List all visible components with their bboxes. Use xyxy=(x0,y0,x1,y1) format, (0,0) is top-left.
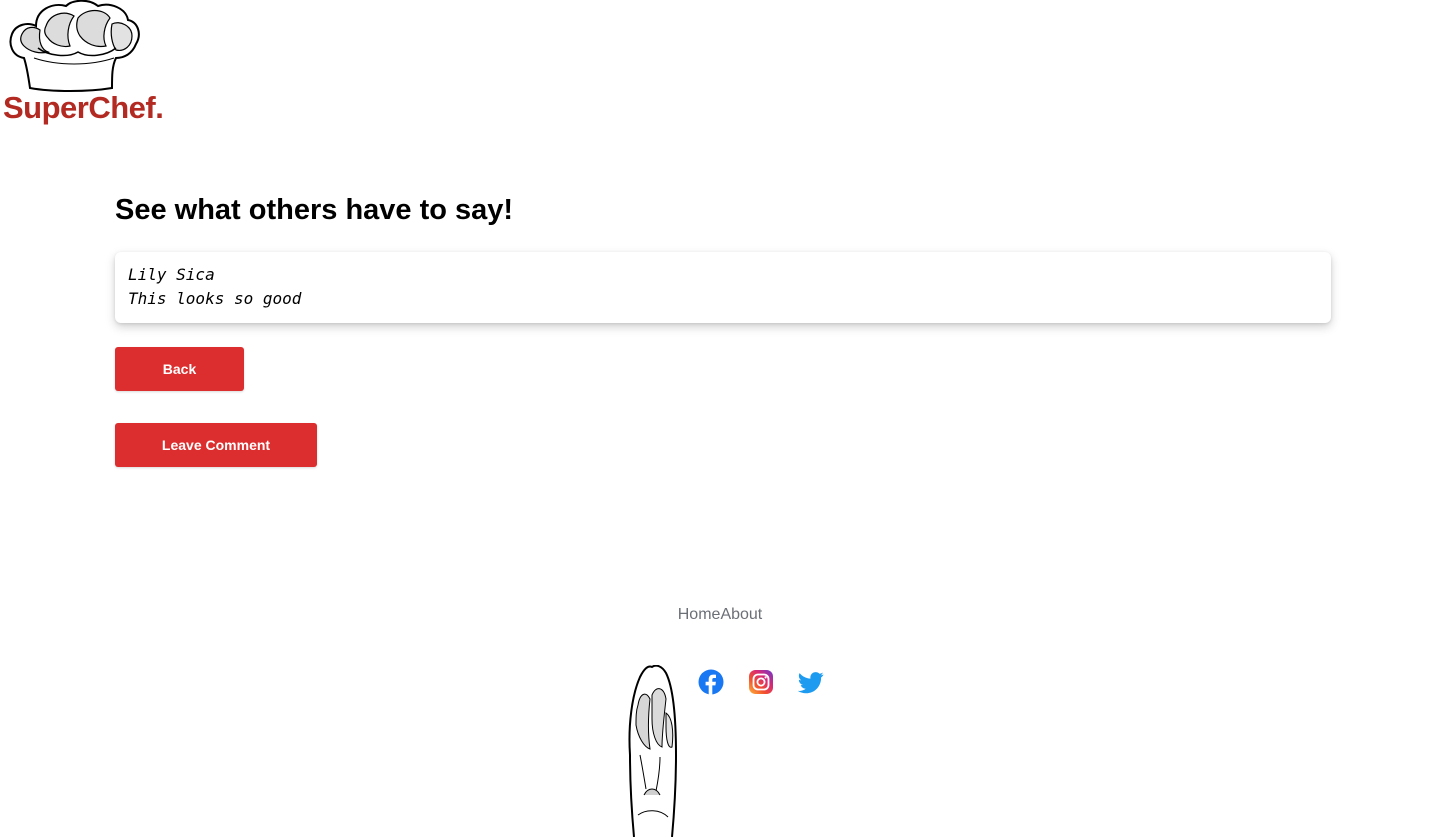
twitter-icon[interactable] xyxy=(797,669,824,695)
comment-text: This looks so good xyxy=(128,289,302,308)
footer-link-about[interactable]: About xyxy=(720,606,762,623)
comment-author: Lily Sica xyxy=(128,265,215,284)
footer-link-home[interactable]: Home xyxy=(678,606,721,623)
footer-nav: HomeAbout xyxy=(0,604,1440,626)
leave-comment-button[interactable]: Leave Comment xyxy=(115,423,317,467)
back-button[interactable]: Back xyxy=(115,347,244,391)
page: SuperChef. See what others have to say! … xyxy=(0,0,1440,837)
logo-link[interactable]: SuperChef. xyxy=(0,0,180,130)
page-heading: See what others have to say! xyxy=(115,194,514,226)
comment-card: Lily Sica This looks so good xyxy=(115,252,1331,323)
instagram-icon[interactable] xyxy=(748,669,774,695)
chef-hat-icon xyxy=(9,0,140,92)
facebook-icon[interactable] xyxy=(698,669,724,695)
chef-hat-icon xyxy=(628,665,678,837)
brand-name: SuperChef. xyxy=(3,90,164,125)
